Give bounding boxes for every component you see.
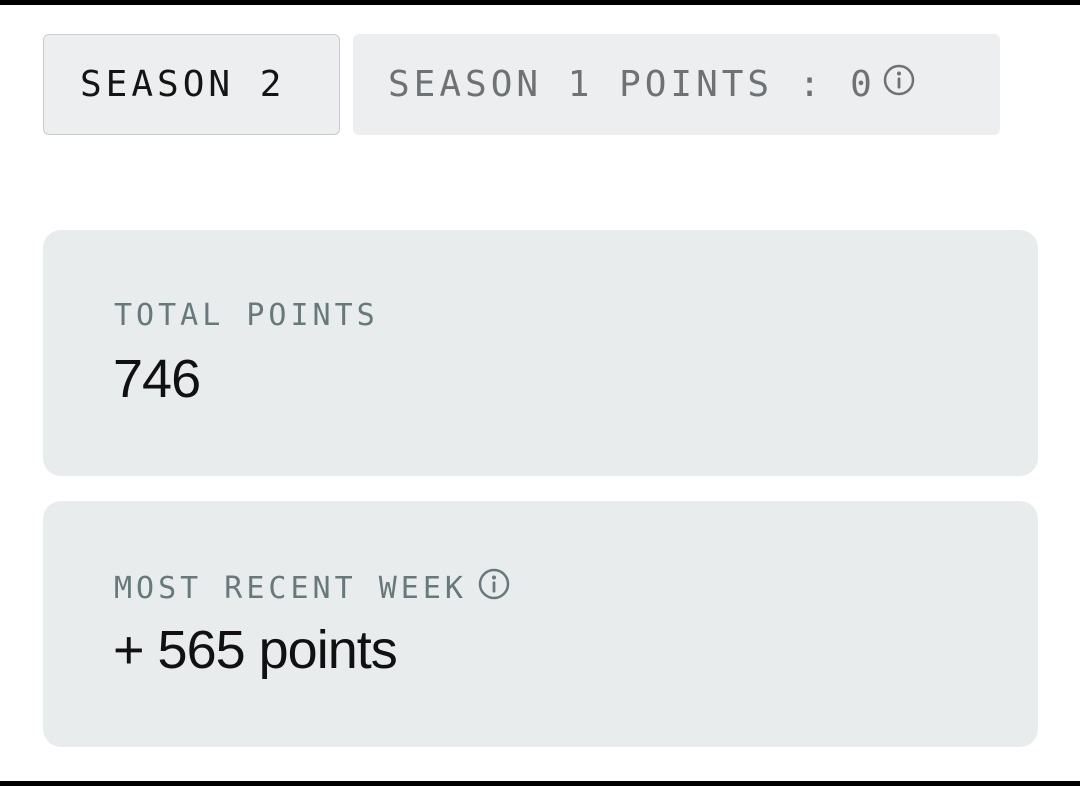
- total-points-card: TOTAL POINTS 746: [43, 230, 1038, 476]
- info-icon[interactable]: [882, 63, 916, 106]
- top-edge: [0, 0, 1080, 5]
- total-points-value: 746: [113, 349, 201, 409]
- tab-season-2-label: SEASON 2: [80, 64, 286, 105]
- bottom-edge: [0, 781, 1080, 786]
- most-recent-week-value: + 565 points: [113, 620, 398, 680]
- total-points-label-text: TOTAL POINTS: [114, 298, 379, 333]
- most-recent-week-card: MOST RECENT WEEK + 565 points: [43, 501, 1038, 747]
- most-recent-week-label: MOST RECENT WEEK: [114, 567, 511, 609]
- tab-season-1-points[interactable]: SEASON 1 POINTS : 0: [353, 34, 1000, 135]
- most-recent-week-label-text: MOST RECENT WEEK: [114, 570, 467, 606]
- tab-season-2[interactable]: SEASON 2: [43, 34, 340, 135]
- info-icon[interactable]: [477, 567, 511, 609]
- total-points-label: TOTAL POINTS: [114, 298, 379, 333]
- tab-season-1-label: SEASON 1 POINTS : 0: [388, 64, 876, 105]
